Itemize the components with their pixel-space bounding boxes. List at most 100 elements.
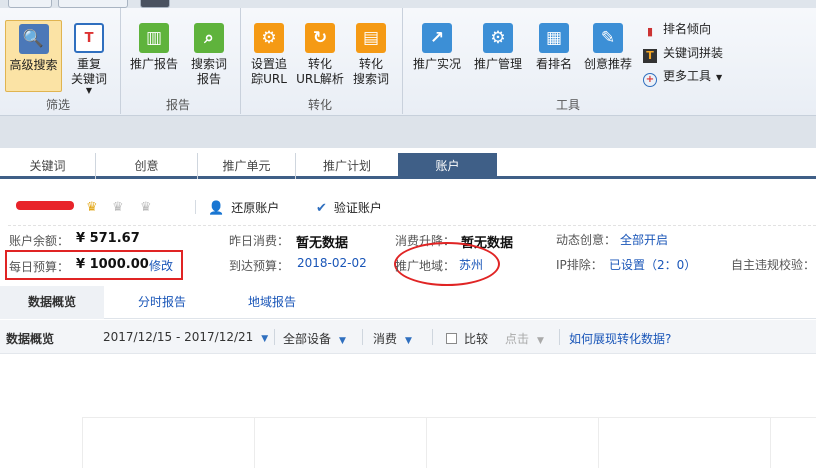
- gray-band: [0, 116, 816, 148]
- convert-search-label-1: 转化: [358, 57, 383, 71]
- ip-exclude-label: IP排除：: [556, 258, 603, 272]
- convert-search-term-button[interactable]: ▤ 转化 搜索词: [348, 23, 394, 93]
- caret-down-icon: ▼: [339, 336, 346, 346]
- daily-budget-label: 每日预算：: [9, 260, 70, 274]
- convert-url-label-1: 转化: [307, 57, 332, 71]
- setup-tracking-label-2: 踪URL: [251, 72, 287, 86]
- chart-gridline: [254, 417, 255, 468]
- divider: [559, 329, 560, 345]
- divider: [274, 329, 275, 345]
- bar-chart-icon: ▮: [646, 25, 654, 38]
- device-value: 全部设备: [283, 332, 332, 346]
- search-term-report-label-1: 搜索词: [190, 57, 227, 71]
- bar-chart-icon: ▥: [139, 23, 169, 53]
- search-document-icon: ⌕: [194, 23, 224, 53]
- group-label-filter: 筛选: [45, 98, 70, 112]
- help-conversion-link[interactable]: 如何展现转化数据?: [569, 330, 671, 347]
- search-term-report-button[interactable]: ⌕ 搜索词 报告: [186, 23, 232, 93]
- metric-select[interactable]: 消费 ▼: [373, 330, 412, 347]
- rank-trend-button[interactable]: ▮ 排名倾向: [643, 20, 711, 38]
- yesterday-spend-value: 暂无数据: [296, 236, 349, 251]
- ip-exclude-value-link[interactable]: 已设置（2：0）: [609, 256, 696, 273]
- verify-account-button[interactable]: ✔ 验证账户: [316, 199, 382, 216]
- verify-account-label: 验证账户: [333, 201, 382, 215]
- caret-down-icon: ▼: [261, 334, 269, 344]
- top-tab-strip: [0, 0, 816, 8]
- refresh-icon: ↻: [305, 23, 335, 53]
- chevron-down-icon: ▼: [716, 73, 723, 82]
- promo-manage-button[interactable]: ⚙ 推广管理: [471, 23, 525, 93]
- more-tools-button[interactable]: + 更多工具 ▼: [643, 67, 723, 87]
- dynamic-creative-value-link[interactable]: 全部开启: [620, 231, 668, 248]
- restore-account-button[interactable]: 👤 还原账户: [208, 199, 279, 216]
- chart-gridline: [426, 417, 427, 468]
- gear-icon: ⚙: [254, 23, 284, 53]
- setup-tracking-label-1: 设置追: [250, 57, 287, 71]
- advanced-search-button[interactable]: 🔍 高级搜索: [5, 20, 62, 92]
- group-divider: [240, 8, 241, 114]
- more-tools-label: 更多工具: [663, 69, 712, 83]
- promo-report-button[interactable]: ▥ 推广报告: [128, 23, 180, 93]
- crown-icon: ♛: [112, 200, 124, 215]
- modify-budget-link[interactable]: 修改: [149, 257, 173, 274]
- window-tab[interactable]: [8, 0, 52, 8]
- chart-area: [0, 355, 816, 468]
- compare-label: 比较: [464, 332, 489, 346]
- tab-data-overview[interactable]: 数据概览: [0, 286, 104, 319]
- group-label-convert: 转化: [307, 98, 332, 112]
- tab-campaign[interactable]: 推广计划: [296, 153, 398, 179]
- chart-gridline: [82, 417, 816, 418]
- region-value-link[interactable]: 苏州: [459, 256, 483, 273]
- window-tab[interactable]: [58, 0, 128, 8]
- device-select[interactable]: 全部设备 ▼: [283, 330, 346, 347]
- tab-ad-unit[interactable]: 推广单元: [198, 153, 296, 179]
- view-rank-button[interactable]: ▦ 看排名: [532, 23, 576, 93]
- overview-title: 数据概览: [6, 332, 55, 346]
- tab-keywords[interactable]: 关键词: [0, 153, 96, 179]
- tab-creative[interactable]: 创意: [96, 153, 198, 179]
- magnifier-icon: 🔍: [18, 24, 49, 54]
- checkbox-icon: [446, 333, 457, 344]
- pen-icon: ✎: [593, 23, 623, 53]
- divider: [432, 329, 433, 345]
- convert-url-label-2: URL解析: [296, 72, 344, 86]
- repeat-keyword-button[interactable]: T 重复 关键词 ▼: [64, 23, 114, 95]
- chart-gridline: [598, 417, 599, 468]
- podium-icon: ▦: [539, 23, 569, 53]
- compare-metric-select[interactable]: 点击 ▼: [505, 330, 544, 347]
- view-rank-label: 看排名: [535, 57, 572, 71]
- promo-manage-label: 推广管理: [473, 57, 522, 71]
- repeat-keyword-label-1: 重复: [76, 57, 101, 71]
- account-row: ♛ ♛ ♛ 👤 还原账户 ✔ 验证账户: [8, 188, 816, 226]
- compare-checkbox[interactable]: 比较: [446, 330, 488, 347]
- tab-hourly-report[interactable]: 分时报告: [112, 286, 212, 319]
- divider: [362, 329, 363, 345]
- filter-bar: 数据概览 2017/12/15 - 2017/12/21 ▼ 全部设备 ▼ 消费 ▼ …: [0, 320, 816, 354]
- convert-url-parse-button[interactable]: ↻ 转化 URL解析: [296, 23, 344, 93]
- tab-region-report[interactable]: 地域报告: [222, 286, 322, 319]
- group-label-report: 报告: [165, 98, 190, 112]
- repeat-keyword-label-2: 关键词: [70, 72, 107, 86]
- keyword-combine-button[interactable]: T 关键词拼装: [643, 44, 723, 63]
- setup-tracking-url-button[interactable]: ⚙ 设置追 踪URL: [246, 23, 292, 93]
- user-restore-icon: 👤: [208, 201, 225, 216]
- main-tabs: 关键词 创意 推广单元 推广计划 账户: [0, 153, 816, 179]
- settings-panel-icon: ⚙: [483, 23, 513, 53]
- ribbon-toolbar: 🔍 高级搜索 T 重复 关键词 ▼ 筛选 ▥ 推广报告 ⌕ 搜索词 报告 报告 …: [0, 0, 816, 116]
- external-link-icon: ↗: [422, 23, 452, 53]
- report-sub-tabs: 数据概览 分时报告 地域报告: [0, 286, 816, 319]
- self-check-label: 自主违规校验：: [731, 258, 816, 272]
- plus-circle-icon: +: [643, 73, 657, 87]
- chart-gridline: [82, 417, 83, 468]
- convert-search-label-2: 搜索词: [352, 72, 389, 86]
- metric-value: 消费: [373, 332, 398, 346]
- chart-gridline: [770, 417, 771, 468]
- creative-recommend-button[interactable]: ✎ 创意推荐: [580, 23, 636, 93]
- window-tab-active[interactable]: [140, 0, 170, 8]
- crown-icon: ♛: [140, 200, 152, 215]
- tab-account[interactable]: 账户: [398, 153, 497, 179]
- date-range-picker[interactable]: 2017/12/15 - 2017/12/21 ▼: [103, 330, 268, 344]
- reach-budget-label: 到达预算：: [229, 259, 290, 273]
- document-search-icon: ▤: [356, 23, 386, 53]
- promo-live-button[interactable]: ↗ 推广实况: [410, 23, 464, 93]
